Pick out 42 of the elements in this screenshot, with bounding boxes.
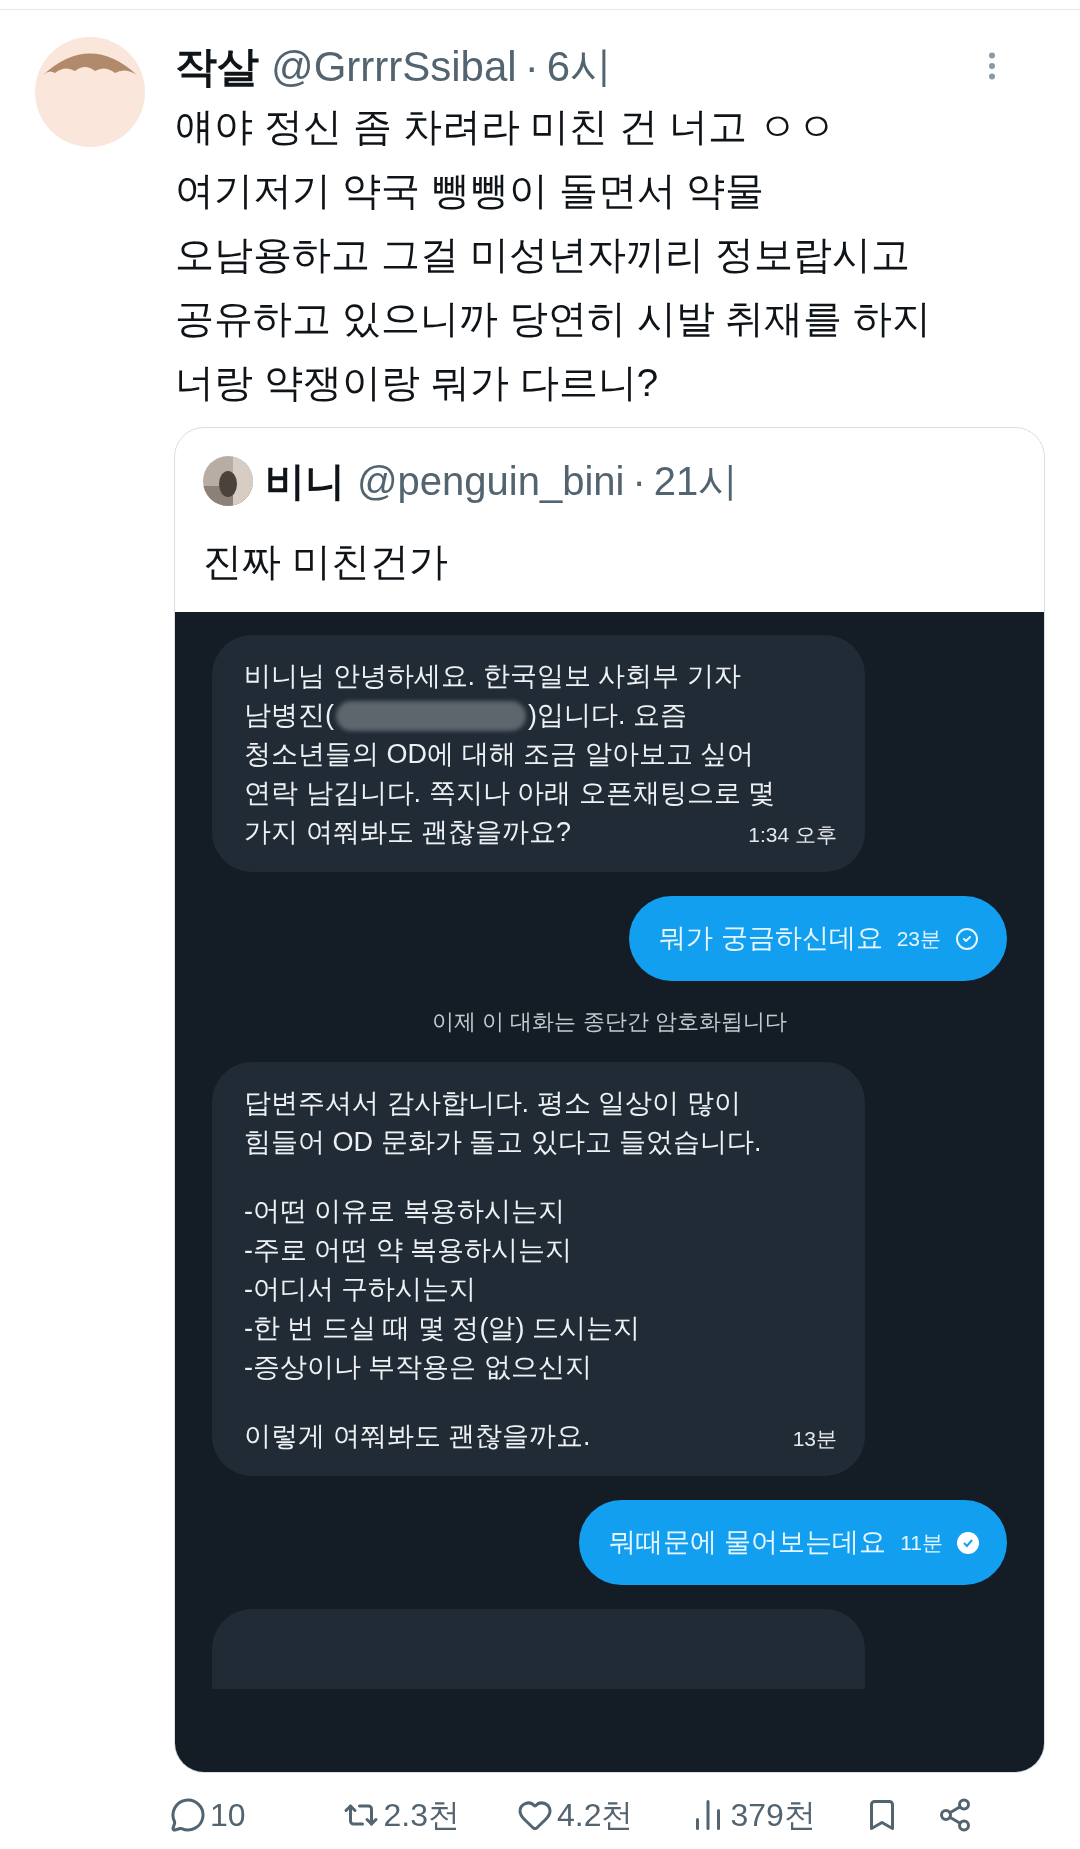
quote-text: 진짜 미친건가 xyxy=(203,538,448,585)
author-name[interactable]: 비니 xyxy=(265,451,345,511)
message-text: 비니님 안녕하세요. 한국일보 사회부 기자 xyxy=(244,660,741,694)
message-text: 연락 남깁니다. 쪽지나 아래 오픈채팅으로 몇 xyxy=(244,777,775,811)
message-text: -어디서 구하시는지 xyxy=(244,1273,477,1307)
author-handle[interactable]: @penguin_bini xyxy=(357,451,625,511)
tweet-text: 여기저기 약국 뺑뺑이 돌면서 약물 xyxy=(175,168,766,214)
reply-icon[interactable] xyxy=(170,1797,206,1833)
message-text: 이렇게 여쭤봐도 괜찮을까요. xyxy=(244,1420,591,1454)
message-text: 남병진( xyxy=(244,699,334,733)
author-handle[interactable]: @GrrrrSsibal xyxy=(271,34,517,98)
share-icon[interactable] xyxy=(937,1797,973,1833)
message-text: )입니다. 요즘 xyxy=(528,699,687,733)
encryption-notice: 이제 이 대화는 종단간 암호화됩니다 xyxy=(432,1008,787,1036)
message-time: 13분 xyxy=(792,1425,837,1452)
separator: · xyxy=(524,41,539,92)
avatar[interactable] xyxy=(35,37,145,147)
separator: · xyxy=(632,458,646,505)
tweet-text: 공유하고 있으니까 당연히 시발 취재를 하지 xyxy=(175,296,933,342)
message-time: 23분 xyxy=(896,925,941,952)
action-count: 10 xyxy=(210,1796,246,1835)
message-text: 가지 여쭤봐도 괜찮을까요? xyxy=(244,816,572,850)
message-time: 11분 xyxy=(900,1529,943,1556)
message-text: 답변주셔서 감사합니다. 평소 일상이 많이 xyxy=(244,1087,741,1121)
action-count: 4.2천 xyxy=(556,1796,634,1835)
message-time: 1:34 오후 xyxy=(748,821,837,848)
message-text: -증상이나 부작용은 없으신지 xyxy=(244,1351,592,1385)
tweet-text: 오남용하고 그걸 미성년자끼리 정보랍시고 xyxy=(175,232,911,278)
message-text: 힘들어 OD 문화가 돌고 있다고 들었습니다. xyxy=(244,1126,762,1160)
message-text: 뭐때문에 물어보는데요 xyxy=(608,1526,887,1560)
message-text: -한 번 드실 때 몇 정(알) 드시는지 xyxy=(244,1312,640,1346)
message-text: -주로 어떤 약 복용하시는지 xyxy=(244,1234,573,1268)
action-count: 2.3천 xyxy=(383,1796,460,1835)
tweet-text: 너랑 약쟁이랑 뭐가 다르니? xyxy=(175,360,660,406)
tweet-text: 얘야 정신 좀 차려라 미친 건 너고 ㅇㅇ xyxy=(175,104,837,150)
post-time: 21시 xyxy=(653,458,739,505)
action-count: 379천 xyxy=(730,1796,816,1835)
message-text: 뭐가 궁금하신데요 xyxy=(659,922,883,956)
post-time: 6시 xyxy=(546,41,612,92)
message-text: -어떤 이유로 복용하시는지 xyxy=(244,1195,565,1229)
message-text: 청소년들의 OD에 대해 조금 알아보고 싶어 xyxy=(244,738,754,772)
author-name[interactable]: 작살 xyxy=(175,34,259,98)
